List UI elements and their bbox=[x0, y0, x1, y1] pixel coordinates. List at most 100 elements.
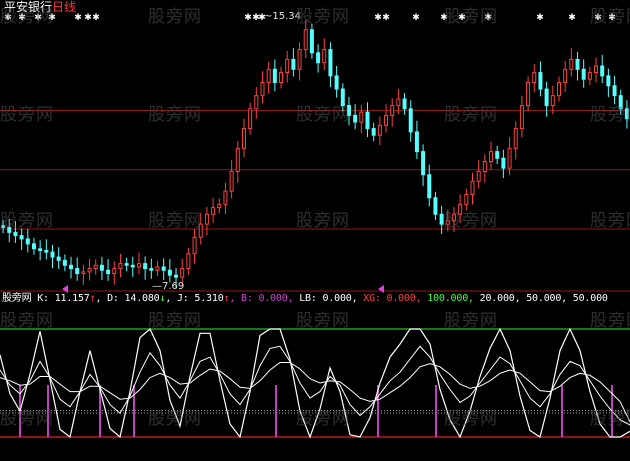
candle-body-48 bbox=[297, 49, 302, 70]
candle-body-49 bbox=[303, 29, 308, 51]
candle-body-57 bbox=[353, 114, 358, 123]
star-marker-3: ✱ bbox=[48, 13, 56, 23]
candle-body-17 bbox=[106, 269, 111, 275]
candle-body-73 bbox=[451, 213, 456, 222]
candle-body-20 bbox=[124, 263, 129, 266]
candle-body-0 bbox=[1, 225, 6, 228]
indicator-value-10: 20.000, 50.000, 50.000 bbox=[473, 293, 608, 304]
candle-body-100 bbox=[618, 95, 623, 110]
candle-body-7 bbox=[44, 249, 49, 253]
candle-body-90 bbox=[556, 81, 561, 97]
candle-body-91 bbox=[563, 68, 568, 83]
candle-body-101 bbox=[624, 108, 629, 120]
candle-body-62 bbox=[384, 114, 389, 126]
high-price-label: ~15.34 bbox=[264, 11, 302, 22]
star-marker-15: ✱ bbox=[484, 13, 492, 23]
candle-body-40 bbox=[248, 108, 253, 130]
candle-body-92 bbox=[569, 58, 574, 70]
indicator-value-8: XG: 0.000, bbox=[357, 293, 422, 304]
star-marker-7: ✱ bbox=[244, 13, 252, 23]
candle-body-61 bbox=[377, 124, 382, 136]
candle-body-46 bbox=[285, 58, 290, 74]
candle-body-74 bbox=[458, 203, 463, 215]
candle-body-86 bbox=[532, 72, 537, 83]
candle-body-82 bbox=[507, 147, 512, 169]
candle-body-33 bbox=[204, 213, 209, 225]
candle-body-59 bbox=[365, 111, 370, 130]
candle-body-36 bbox=[223, 190, 228, 205]
indicator-value-6: , B: 0.000, bbox=[229, 293, 294, 304]
candle-body-30 bbox=[186, 253, 191, 270]
candle-body-64 bbox=[396, 98, 401, 107]
period-label[interactable]: 日线 bbox=[52, 0, 76, 14]
indicator-values: K: 11.157↑, D: 14.080↓, J: 5.310↑, B: 0.… bbox=[37, 293, 608, 304]
candle-body-78 bbox=[482, 161, 487, 172]
star-marker-4: ✱ bbox=[74, 13, 82, 23]
candle-body-55 bbox=[340, 88, 345, 107]
low-price-label: —7.69 bbox=[152, 281, 185, 292]
candle-body-54 bbox=[334, 75, 339, 90]
candle-body-77 bbox=[476, 170, 481, 182]
candle-body-44 bbox=[272, 68, 277, 83]
candle-body-42 bbox=[260, 81, 265, 97]
candle-body-89 bbox=[550, 95, 555, 107]
chart-stage: ✱ ✱ ✱ ✱ ✱ ✱ ✱ ✱ ✱✱ ✱ ✱ ✱ ✱ ✱ ✱ ✱ ✱ ✱ ✱ bbox=[0, 0, 630, 461]
candle-body-72 bbox=[445, 220, 450, 225]
candle-body-19 bbox=[118, 263, 123, 270]
candle-body-47 bbox=[291, 58, 296, 70]
candle-body-76 bbox=[470, 180, 475, 195]
candle-body-31 bbox=[192, 236, 197, 255]
candle-body-98 bbox=[606, 75, 611, 87]
candle-body-6 bbox=[38, 248, 43, 251]
candle-body-29 bbox=[180, 268, 185, 278]
indicator-value-7: LB: 0.000, bbox=[293, 293, 358, 304]
candle-body-1 bbox=[7, 226, 12, 233]
indicator-legend: 股旁网 K: 11.157↑, D: 14.080↓, J: 5.310↑, B… bbox=[2, 293, 608, 305]
indicator-value-2: , D: 14.080 bbox=[95, 293, 160, 304]
candle-body-34 bbox=[211, 207, 216, 215]
star-marker-13: ✱ bbox=[440, 13, 448, 23]
candle-body-66 bbox=[408, 108, 413, 133]
candle-body-69 bbox=[427, 174, 432, 199]
candle-body-70 bbox=[433, 197, 438, 215]
candle-body-43 bbox=[266, 68, 271, 83]
star-marker-18: ✱ bbox=[594, 13, 602, 23]
candle-body-27 bbox=[167, 269, 172, 276]
candle-body-28 bbox=[174, 274, 179, 278]
candle-body-80 bbox=[495, 151, 500, 159]
candle-body-38 bbox=[235, 147, 240, 172]
candle-body-26 bbox=[161, 266, 166, 271]
candle-body-9 bbox=[56, 256, 61, 261]
star-marker-10: ✱ bbox=[374, 13, 382, 23]
candle-body-24 bbox=[149, 268, 154, 271]
candle-body-88 bbox=[544, 88, 549, 107]
candle-body-51 bbox=[316, 52, 321, 64]
indicator-value-0: K: 11.157 bbox=[37, 293, 90, 304]
star-marker-14: ✱ bbox=[458, 13, 466, 23]
candle-body-10 bbox=[62, 259, 67, 266]
candle-body-12 bbox=[75, 268, 80, 275]
candle-body-58 bbox=[359, 111, 364, 123]
candle-body-84 bbox=[519, 105, 524, 130]
candle-body-93 bbox=[575, 58, 580, 70]
candle-body-37 bbox=[229, 170, 234, 192]
candle-body-2 bbox=[13, 231, 18, 237]
star-marker-6: ✱ bbox=[92, 13, 100, 23]
candle-body-15 bbox=[93, 264, 98, 270]
candle-body-67 bbox=[414, 131, 419, 153]
candle-body-71 bbox=[439, 213, 444, 225]
candle-body-14 bbox=[87, 268, 92, 273]
candle-body-41 bbox=[254, 95, 259, 110]
candle-body-94 bbox=[581, 68, 586, 80]
candle-body-3 bbox=[19, 235, 24, 240]
candle-body-95 bbox=[587, 72, 592, 80]
star-marker-17: ✱ bbox=[568, 13, 576, 23]
candle-body-4 bbox=[25, 238, 30, 245]
star-marker-16: ✱ bbox=[536, 13, 544, 23]
star-marker-0: ✱ bbox=[4, 13, 12, 23]
candle-body-16 bbox=[99, 264, 104, 271]
candle-body-87 bbox=[538, 72, 543, 90]
candle-body-50 bbox=[309, 29, 314, 54]
candle-body-8 bbox=[50, 251, 55, 258]
candle-body-35 bbox=[217, 203, 222, 209]
